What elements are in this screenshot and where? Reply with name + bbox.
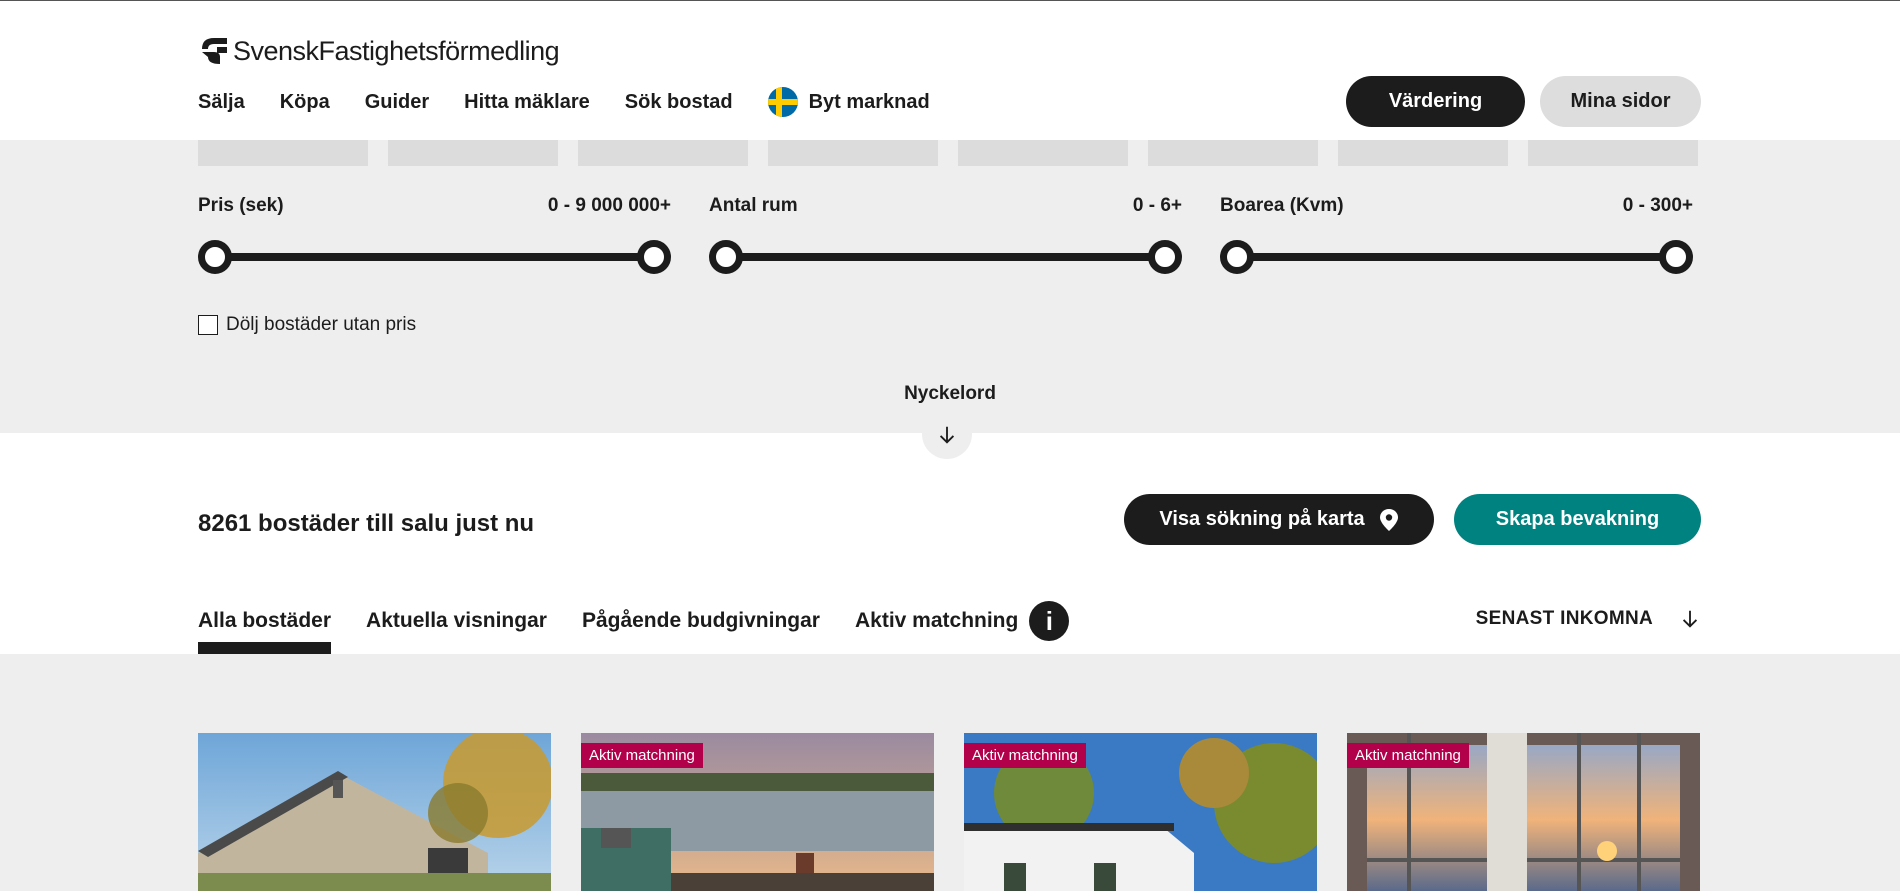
arrow-down-icon <box>939 426 955 444</box>
site-header: SvenskFastighetsförmedling Sälja Köpa Gu… <box>0 1 1900 140</box>
listing-photo <box>198 733 551 891</box>
tab-current-viewings[interactable]: Aktuella visningar <box>366 600 547 642</box>
valuation-button[interactable]: Värdering <box>1346 76 1525 127</box>
show-on-map-label: Visa sökning på karta <box>1159 508 1365 530</box>
nav-item-hitta-maklare[interactable]: Hitta mäklare <box>464 91 590 114</box>
hide-without-price-label: Dölj bostäder utan pris <box>226 314 417 335</box>
filter-placeholder <box>1338 140 1508 166</box>
area-slider-track[interactable] <box>1236 253 1677 261</box>
listing-cards: Aktiv matchning Aktiv matchning Aktiv ma… <box>198 733 1700 891</box>
tab-ongoing-bidding[interactable]: Pågående budgivningar <box>582 600 820 642</box>
info-icon[interactable]: i <box>1029 601 1070 641</box>
nav-item-salja[interactable]: Sälja <box>198 91 245 114</box>
listing-badge: Aktiv matchning <box>964 743 1086 768</box>
listing-card[interactable]: Aktiv matchning <box>1347 733 1700 891</box>
my-pages-button[interactable]: Mina sidor <box>1540 76 1701 127</box>
filter-placeholder <box>388 140 558 166</box>
rooms-slider-min-handle[interactable] <box>709 240 743 274</box>
filter-placeholder <box>198 140 368 166</box>
rooms-filter: Antal rum 0 - 6+ <box>709 195 1182 274</box>
area-slider-max-handle[interactable] <box>1659 240 1693 274</box>
results-count-title: 8261 bostäder till salu just nu <box>198 510 535 537</box>
filter-placeholder <box>1148 140 1318 166</box>
price-slider-min-handle[interactable] <box>198 240 232 274</box>
hide-without-price-checkbox[interactable] <box>198 315 218 335</box>
listing-badge: Aktiv matchning <box>581 743 703 768</box>
area-filter-range: 0 - 300+ <box>1622 195 1693 216</box>
change-market-link[interactable]: Byt marknad <box>767 87 930 117</box>
main-nav: Sälja Köpa Guider Hitta mäklare Sök bost… <box>198 87 930 117</box>
logo-icon <box>202 38 227 64</box>
rooms-slider-max-handle[interactable] <box>1148 240 1182 274</box>
area-filter-label: Boarea (Kvm) <box>1220 195 1344 216</box>
rooms-filter-range: 0 - 6+ <box>1132 195 1182 216</box>
filter-placeholder <box>1528 140 1698 166</box>
price-filter-range: 0 - 9 000 000+ <box>547 195 671 216</box>
price-slider-track[interactable] <box>214 253 655 261</box>
price-filter-label: Pris (sek) <box>198 195 284 216</box>
price-slider-max-handle[interactable] <box>637 240 671 274</box>
tab-active-matching[interactable]: Aktiv matchning <box>855 600 1018 642</box>
hide-without-price-toggle[interactable]: Dölj bostäder utan pris <box>198 314 416 336</box>
listing-badge: Aktiv matchning <box>1347 743 1469 768</box>
create-watch-button[interactable]: Skapa bevakning <box>1454 494 1701 545</box>
map-pin-icon <box>1379 508 1398 531</box>
price-filter: Pris (sek) 0 - 9 000 000+ <box>198 195 671 274</box>
nav-item-guider[interactable]: Guider <box>365 91 429 114</box>
listing-card[interactable] <box>198 733 551 891</box>
keyword-section-label: Nyckelord <box>904 383 996 404</box>
area-filter: Boarea (Kvm) 0 - 300+ <box>1220 195 1693 274</box>
filter-placeholder <box>578 140 748 166</box>
filter-placeholder <box>958 140 1128 166</box>
change-market-label: Byt marknad <box>808 90 930 113</box>
results-tabs: Alla bostäder Aktuella visningar Pågåend… <box>198 600 1070 654</box>
sort-label: SENAST INKOMNA <box>1475 608 1653 629</box>
listing-card[interactable]: Aktiv matchning <box>964 733 1317 891</box>
rooms-slider-track[interactable] <box>725 253 1166 261</box>
show-on-map-button[interactable]: Visa sökning på karta <box>1124 494 1434 545</box>
filter-placeholder <box>768 140 938 166</box>
nav-item-sok-bostad[interactable]: Sök bostad <box>625 91 733 114</box>
listing-card[interactable]: Aktiv matchning <box>581 733 934 891</box>
logo-text: SvenskFastighetsförmedling <box>233 35 560 66</box>
tab-all-homes[interactable]: Alla bostäder <box>198 600 332 654</box>
nav-item-kopa[interactable]: Köpa <box>280 91 330 114</box>
arrow-down-icon <box>1682 610 1698 628</box>
rooms-filter-label: Antal rum <box>709 195 798 216</box>
sweden-flag-icon <box>767 87 798 117</box>
sort-dropdown[interactable]: SENAST INKOMNA <box>1476 608 1701 630</box>
filter-placeholder-row <box>198 140 1698 166</box>
logo[interactable]: SvenskFastighetsförmedling <box>198 35 560 67</box>
area-slider-min-handle[interactable] <box>1220 240 1254 274</box>
